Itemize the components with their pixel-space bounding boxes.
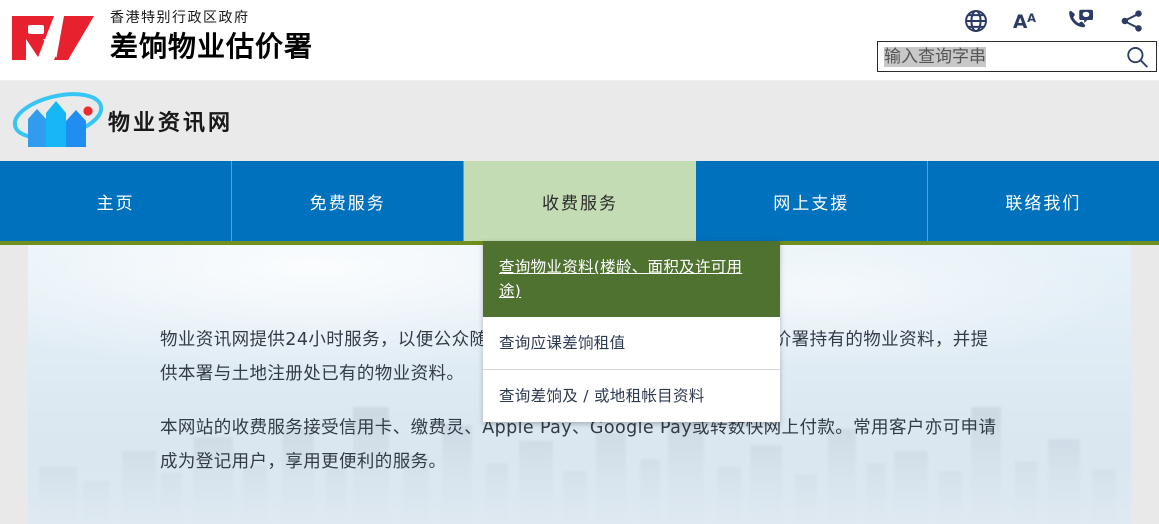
nav-item-label: 收费服务 [542, 193, 618, 214]
nav-item-online-support[interactable]: 网上支援 [696, 161, 928, 241]
nav-item-home[interactable]: 主页 [0, 161, 233, 241]
search-button[interactable] [1118, 42, 1156, 71]
department-name-block: 香港特别行政区政府 差饷物业估价署 [110, 9, 313, 65]
search-input-value: 输入查询字串 [884, 46, 986, 67]
nav-item-label: 免费服务 [309, 193, 386, 214]
dropdown-item-label: 查询差饷及 / 或地租帐目资料 [499, 387, 705, 405]
svg-text:A: A [1013, 12, 1028, 33]
main-navigation: 主页 免费服务 收费服务 网上支援 联络我们 [0, 161, 1159, 245]
dropdown-item-label: 查询物业资料(楼龄、面积及许可用途) [499, 258, 743, 300]
dropdown-item-property-information[interactable]: 查询物业资料(楼龄、面积及许可用途) [483, 241, 780, 317]
share-icon[interactable] [1117, 6, 1147, 36]
text-size-icon[interactable]: A A [1013, 6, 1043, 36]
nav-item-contact-us[interactable]: 联络我们 [928, 161, 1159, 241]
nav-item-paid-services[interactable]: 收费服务 [464, 161, 696, 241]
svg-text:A: A [1027, 11, 1036, 25]
nav-item-label: 联络我们 [1005, 193, 1082, 214]
nav-item-free-services[interactable]: 免费服务 [232, 161, 465, 241]
site-logo-text: 物业资讯网 [108, 111, 234, 136]
nav-item-label: 主页 [96, 193, 135, 214]
site-header: 香港特别行政区政府 差饷物业估价署 A A 输入查询字串 [0, 0, 1159, 81]
search-box[interactable]: 输入查询字串 [877, 41, 1157, 72]
site-brand-bar: 物业资讯网 [0, 81, 1159, 161]
dropdown-item-rates-government-rent-account[interactable]: 查询差饷及 / 或地租帐目资料 [483, 370, 780, 422]
dropdown-item-label: 查询应课差饷租值 [499, 334, 626, 352]
utility-icon-bar: A A [961, 6, 1147, 36]
department-name: 差饷物业估价署 [110, 30, 314, 63]
government-name: 香港特别行政区政府 [110, 10, 250, 26]
property-info-logo-icon[interactable] [12, 89, 106, 151]
rv-department-logo[interactable] [10, 12, 98, 64]
page-root: 香港特别行政区政府 差饷物业估价署 A A 输入查询字串 物业资讯网 主页 免费… [0, 0, 1159, 524]
contact-icon[interactable] [1065, 6, 1095, 36]
paid-services-dropdown-menu: 查询物业资料(楼龄、面积及许可用途) 查询应课差饷租值 查询差饷及 / 或地租帐… [483, 241, 780, 422]
search-input[interactable]: 输入查询字串 [878, 46, 1118, 68]
dropdown-item-rateable-value[interactable]: 查询应课差饷租值 [483, 317, 780, 370]
nav-item-label: 网上支援 [773, 193, 850, 214]
globe-icon[interactable] [961, 6, 991, 36]
